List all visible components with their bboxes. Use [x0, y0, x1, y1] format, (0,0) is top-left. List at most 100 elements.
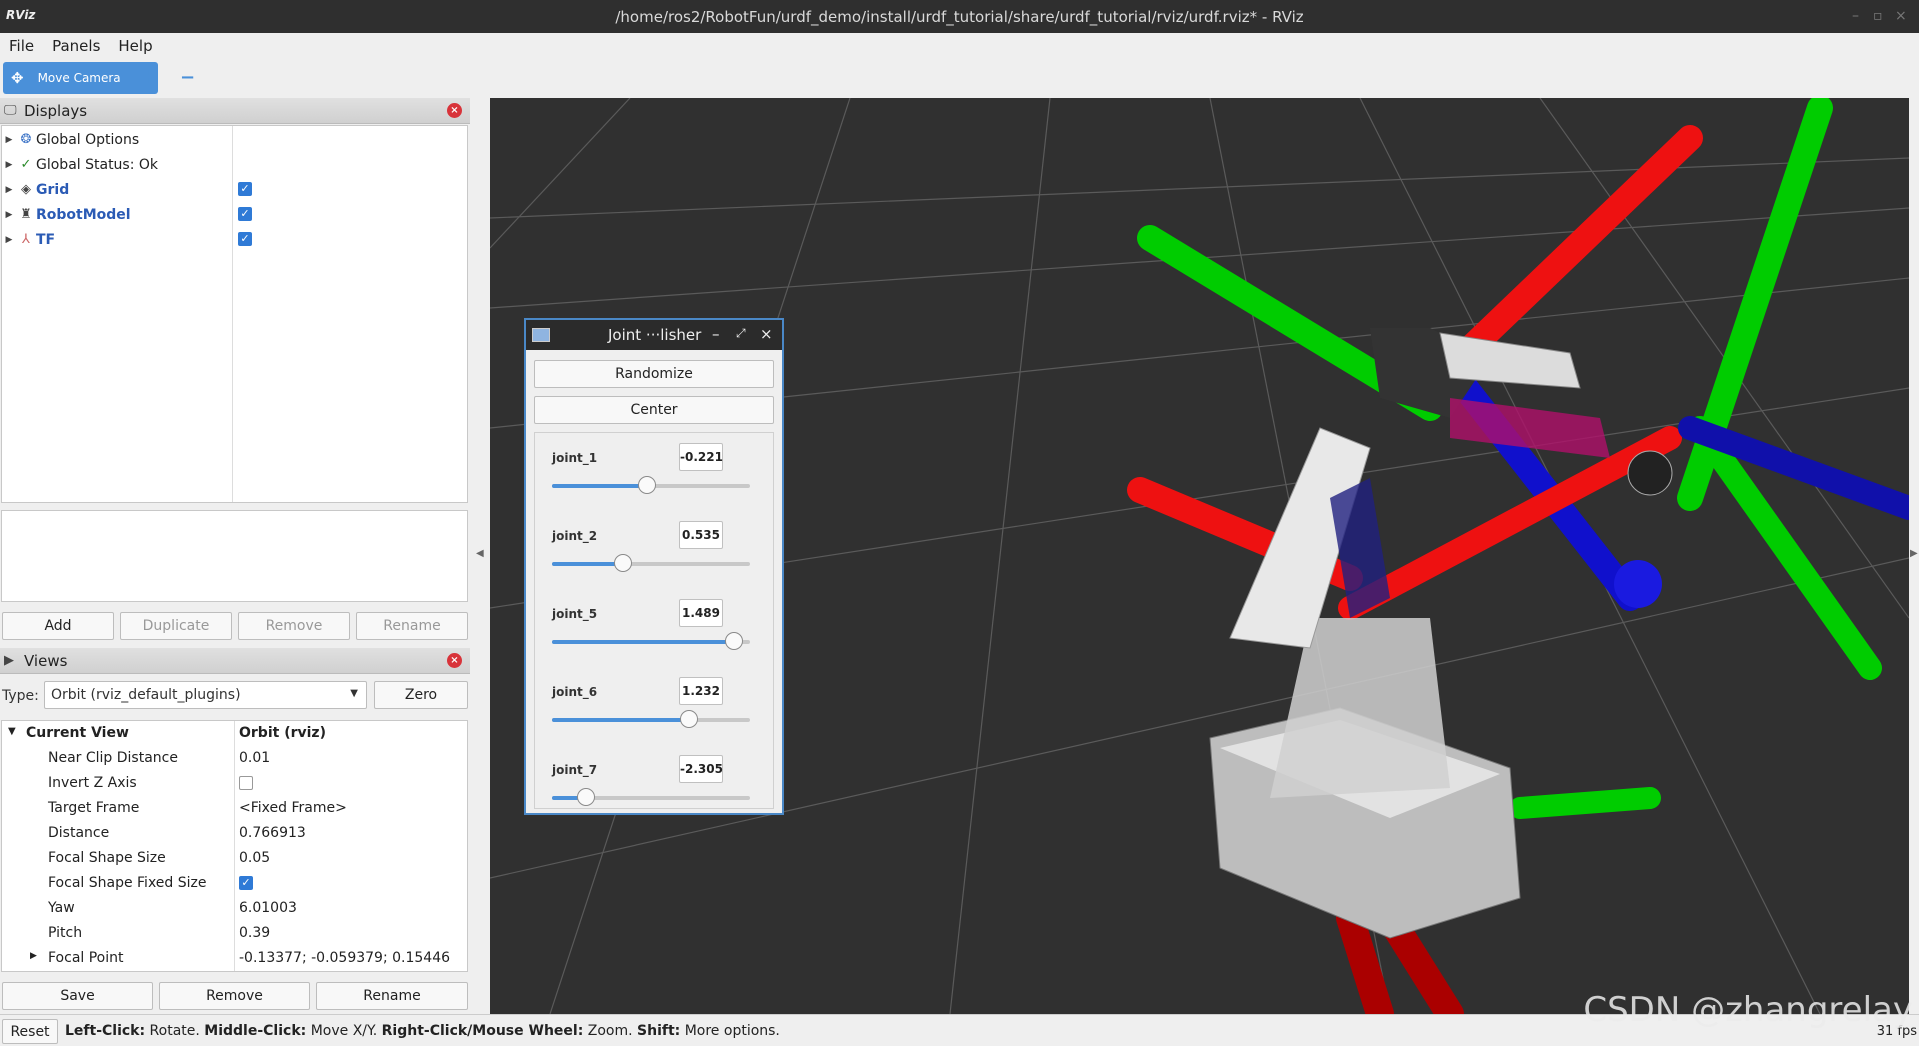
slider-handle[interactable] [576, 788, 595, 806]
joint-value-field[interactable]: 1.489 [679, 599, 723, 627]
joints-scroll-area[interactable]: joint_1 -0.221 joint_2 0.535 joint_5 1.4… [534, 432, 774, 809]
views-panel: ▶ Views × Type: Orbit (rviz_default_plug… [0, 648, 470, 1014]
tf-checkbox[interactable]: ✓ [238, 232, 252, 246]
rename-display-button[interactable]: Rename [356, 612, 468, 640]
slider-handle[interactable] [638, 476, 657, 494]
joint-slider[interactable] [552, 788, 750, 806]
menu-bar: File Panels Help [0, 33, 1919, 58]
maximize-window-icon[interactable]: ▫ [1873, 8, 1883, 24]
camera-icon: ▶ [4, 653, 14, 668]
views-tree: ▼ Current View Orbit (rviz) Near Clip Di… [1, 720, 468, 972]
check-icon: ✓ [20, 157, 32, 172]
rviz-logo: RViz [6, 8, 36, 22]
remove-tool-icon[interactable]: − [180, 67, 195, 88]
tool-bar: ✥ Move Camera ✛ − [0, 58, 1919, 98]
reset-button[interactable]: Reset [2, 1019, 58, 1044]
chevron-down-icon: ▼ [350, 688, 358, 699]
focal-fixed-checkbox[interactable]: ✓ [239, 876, 253, 890]
tree-item-global-status[interactable]: ▶ ✓ Global Status: Ok [2, 152, 158, 177]
window-title: /home/ros2/RobotFun/urdf_demo/install/ur… [615, 7, 1304, 26]
prop-target-frame[interactable]: Target Frame <Fixed Frame> [2, 796, 470, 821]
displays-panel: 🖵 Displays × ▶ ❂ Global Options ▶ ✓ Glob… [0, 98, 470, 648]
duplicate-display-button[interactable]: Duplicate [120, 612, 232, 640]
joint-slider[interactable] [552, 710, 750, 728]
displays-title: Displays [24, 101, 88, 120]
collapse-left-icon[interactable]: ◀ [476, 548, 484, 559]
tree-item-tf[interactable]: ▶ ⅄ TF [2, 227, 56, 252]
slider-handle[interactable] [725, 632, 744, 650]
move-camera-icon: ✥ [11, 69, 24, 87]
joint-state-publisher-window[interactable]: Joint ···lisher – ⤢ × Randomize Center j… [524, 318, 784, 815]
joint-slider[interactable] [552, 476, 750, 494]
close-window-icon[interactable]: × [1895, 8, 1907, 24]
expand-arrow-icon[interactable]: ▶ [30, 951, 37, 961]
joint-value-field[interactable]: -2.305 [679, 755, 723, 783]
maximize-icon[interactable]: ⤢ [736, 326, 746, 341]
grid-checkbox[interactable]: ✓ [238, 182, 252, 196]
prop-focal-point[interactable]: ▶ Focal Point -0.13377; -0.059379; 0.1544… [2, 946, 470, 971]
add-display-button[interactable]: Add [2, 612, 114, 640]
remove-display-button[interactable]: Remove [238, 612, 350, 640]
joint-value-field[interactable]: 0.535 [679, 521, 723, 549]
type-label: Type: [2, 688, 39, 704]
expand-arrow-icon[interactable]: ▶ [2, 210, 16, 220]
joint-slider[interactable] [552, 632, 750, 650]
watermark: CSDN @zhangrelay [1583, 990, 1913, 1030]
monitor-icon: 🖵 [4, 103, 17, 118]
zero-button[interactable]: Zero [374, 681, 468, 709]
view-type-select[interactable]: Orbit (rviz_default_plugins) ▼ [44, 681, 367, 709]
move-camera-label: Move Camera [37, 71, 121, 85]
views-title: Views [24, 651, 68, 670]
joint-slider-group: joint_1 -0.221 [535, 433, 773, 511]
minimize-window-icon[interactable]: – [1852, 8, 1859, 24]
center-button[interactable]: Center [534, 396, 774, 424]
close-views-icon[interactable]: × [447, 653, 462, 668]
slider-handle[interactable] [614, 554, 633, 572]
prop-yaw[interactable]: Yaw 6.01003 [2, 896, 470, 921]
menu-panels[interactable]: Panels [43, 37, 109, 55]
collapse-right-icon[interactable]: ▶ [1910, 548, 1918, 559]
joint-value-field[interactable]: 1.232 [679, 677, 723, 705]
menu-file[interactable]: File [0, 37, 43, 55]
expand-arrow-icon[interactable]: ▶ [2, 185, 16, 195]
tree-item-grid[interactable]: ▶ ◈ Grid [2, 177, 70, 202]
rename-view-button[interactable]: Rename [316, 982, 468, 1010]
joint-slider-group: joint_2 0.535 [535, 511, 773, 589]
joint-value-field[interactable]: -0.221 [679, 443, 723, 471]
status-help-text: Left-Click: Rotate. Middle-Click: Move X… [65, 1023, 780, 1039]
prop-distance[interactable]: Distance 0.766913 [2, 821, 470, 846]
tree-item-global-options[interactable]: ▶ ❂ Global Options [2, 127, 140, 152]
randomize-button[interactable]: Randomize [534, 360, 774, 388]
joint-slider[interactable] [552, 554, 750, 572]
close-displays-icon[interactable]: × [447, 103, 462, 118]
minimize-icon[interactable]: – [712, 325, 720, 343]
current-view-row[interactable]: ▼ Current View Orbit (rviz) [2, 721, 470, 746]
move-camera-button[interactable]: ✥ Move Camera [3, 62, 158, 94]
slider-handle[interactable] [679, 710, 698, 728]
robotmodel-checkbox[interactable]: ✓ [238, 207, 252, 221]
window-app-icon [532, 328, 550, 342]
jsp-title: Joint ···lisher [608, 326, 702, 344]
tree-item-robotmodel[interactable]: ▶ ♜ RobotModel [2, 202, 131, 227]
jsp-titlebar[interactable]: Joint ···lisher – ⤢ × [526, 320, 782, 350]
invert-z-checkbox[interactable] [239, 776, 253, 790]
expand-arrow-icon[interactable]: ▶ [2, 160, 16, 170]
expand-arrow-icon[interactable]: ▶ [2, 235, 16, 245]
close-icon[interactable]: × [760, 325, 773, 343]
robot-icon: ♜ [20, 207, 32, 222]
displays-header: 🖵 Displays × [0, 98, 470, 124]
prop-focal-shape-size[interactable]: Focal Shape Size 0.05 [2, 846, 470, 871]
remove-view-button[interactable]: Remove [159, 982, 310, 1010]
expand-arrow-icon[interactable]: ▶ [2, 135, 16, 145]
prop-invert-z[interactable]: Invert Z Axis [2, 771, 470, 796]
joint-slider-group: joint_6 1.232 [535, 667, 773, 745]
save-view-button[interactable]: Save [2, 982, 153, 1010]
prop-near-clip[interactable]: Near Clip Distance 0.01 [2, 746, 470, 771]
collapse-arrow-icon[interactable]: ▼ [8, 726, 16, 737]
prop-pitch[interactable]: Pitch 0.39 [2, 921, 470, 946]
grid-icon: ◈ [21, 182, 31, 197]
views-header: ▶ Views × [0, 648, 470, 674]
menu-help[interactable]: Help [109, 37, 161, 55]
prop-focal-shape-fixed[interactable]: Focal Shape Fixed Size ✓ [2, 871, 470, 896]
add-tool-icon[interactable]: ✛ [140, 67, 155, 88]
